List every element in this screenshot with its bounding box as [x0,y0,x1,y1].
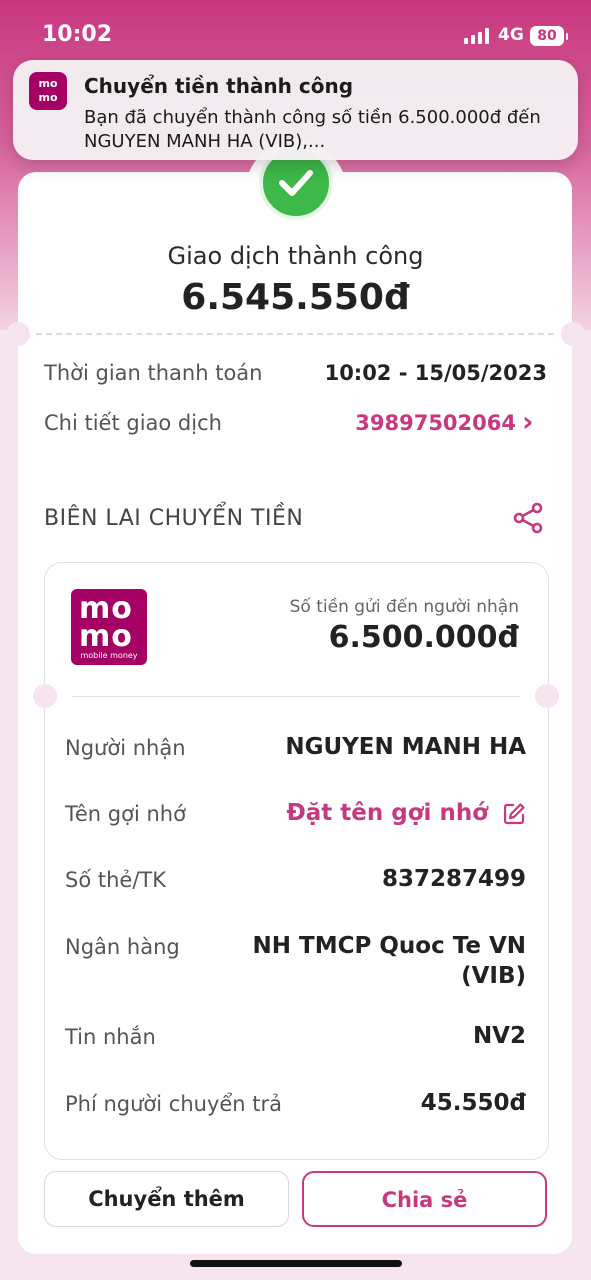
share-button[interactable]: Chia sẻ [302,1171,547,1227]
home-indicator[interactable] [190,1260,402,1267]
total-amount: 6.545.550đ [181,277,410,318]
push-notification[interactable]: mo mo Chuyển tiền thành công Bạn đã chuyể… [13,60,578,160]
network-type: 4G [498,25,524,45]
notification-body: Bạn đã chuyển thành công số tiền 6.500.0… [84,107,541,152]
payment-time-value: 10:02 - 15/05/2023 [324,361,547,385]
transaction-id-link[interactable]: 39897502064 [300,411,516,435]
status-time: 10:02 [42,22,113,47]
transaction-detail-label: Chi tiết giao dịch [44,411,222,435]
chevron-right-icon[interactable]: › [522,405,542,438]
transaction-status: Giao dịch thành công [167,242,424,270]
edit-icon[interactable] [502,802,526,826]
receipt-section-title: BIÊN LAI CHUYỂN TIỀN [44,506,304,531]
account-number-label: Số thẻ/TK [65,868,166,892]
battery-icon: 80 [530,26,568,46]
momo-logo: mo mo mobile money [71,589,147,665]
receipt-notch-right [535,684,559,708]
message-label: Tin nhắn [65,1025,156,1049]
message-value: NV2 [472,1023,526,1049]
bank-name: NH TMCP Quoc Te VN [252,933,526,959]
sent-amount-label: Số tiền gửi đến người nhận [289,597,519,617]
transfer-more-button[interactable]: Chuyển thêm [44,1171,289,1227]
bank-label: Ngân hàng [65,935,180,959]
signal-icon [464,28,492,44]
divider [36,333,554,335]
fee-label: Phí người chuyển trả [65,1092,283,1116]
ticket-notch-right [561,322,585,346]
sent-amount: 6.500.000đ [328,620,519,655]
set-nickname-link[interactable]: Đặt tên gợi nhớ [250,800,488,826]
notification-title: Chuyển tiền thành công [84,74,354,98]
recipient-name: NGUYEN MANH HA [285,734,526,760]
share-icon[interactable] [510,500,546,536]
recipient-label: Người nhận [65,736,186,760]
account-number: 837287499 [381,866,526,892]
receipt-notch-left [33,684,57,708]
payment-time-label: Thời gian thanh toán [44,361,263,385]
bank-name-short: (VIB) [461,963,526,989]
momo-app-icon: mo mo [29,72,67,110]
nickname-label: Tên gợi nhớ [65,802,186,826]
receipt-divider [72,696,520,697]
ticket-notch-left [6,322,30,346]
fee-value: 45.550đ [420,1090,526,1116]
